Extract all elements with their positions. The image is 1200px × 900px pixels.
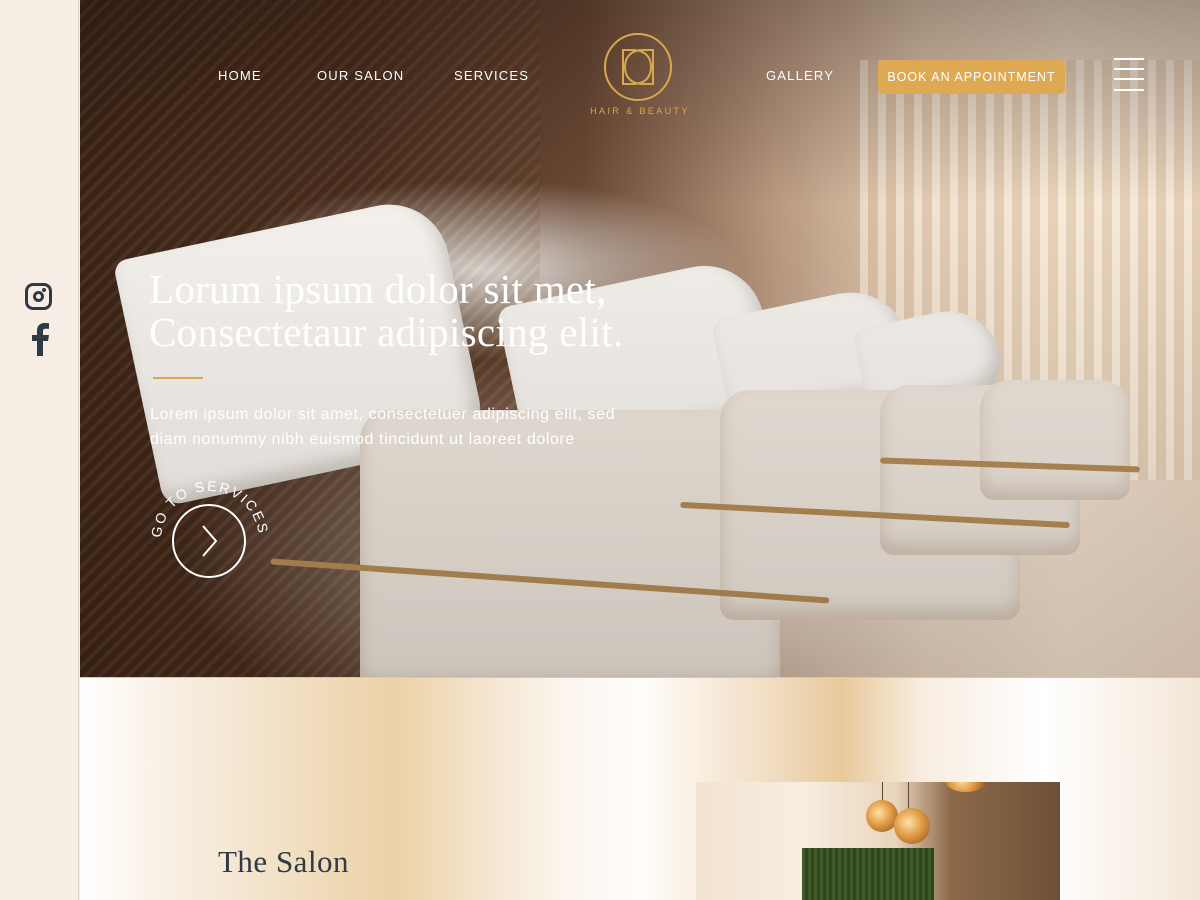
nav-services[interactable]: SERVICES — [454, 68, 529, 83]
instagram-icon[interactable] — [25, 283, 52, 310]
cta-circle — [172, 504, 246, 578]
green-wall — [802, 848, 934, 900]
hamburger-menu-icon[interactable] — [1114, 58, 1144, 92]
hero-title-line-1: Lorum ipsum dolor sit met, — [149, 266, 607, 312]
salon-title: The Salon — [218, 844, 350, 879]
salon-photo — [696, 782, 1060, 900]
nav-gallery[interactable]: GALLERY — [766, 68, 834, 83]
salon-section: The Salon — [80, 677, 1200, 900]
logo-text: HAIR & BEAUTY — [590, 106, 690, 116]
facebook-icon[interactable] — [30, 322, 50, 356]
nav-our-salon[interactable]: OUR SALON — [317, 68, 404, 83]
hero-divider — [153, 377, 203, 379]
pendant-lamp — [946, 782, 986, 792]
go-to-services-label: GO TO SERVICES — [148, 478, 272, 539]
nav-home[interactable]: HOME — [218, 68, 262, 83]
pendant-lamp — [894, 808, 930, 844]
social-rail — [0, 0, 79, 900]
hero-title: Lorum ipsum dolor sit met, Consectetaur … — [149, 268, 789, 354]
logo-monogram-icon — [622, 49, 654, 85]
site-logo[interactable]: HAIR & BEAUTY — [590, 30, 690, 120]
book-appointment-button[interactable]: BOOK AN APPOINTMENT — [878, 60, 1065, 94]
hero-subtitle: Lorem ipsum dolor sit amet, consectetuer… — [150, 402, 710, 452]
hero-subtitle-line-2: diam nonummy nibh euismod tincidunt ut l… — [150, 431, 575, 448]
chevron-right-icon — [202, 525, 218, 557]
hero-title-line-2: Consectetaur adipiscing elit. — [149, 309, 624, 355]
hero-subtitle-line-1: Lorem ipsum dolor sit amet, consectetuer… — [150, 406, 616, 423]
hero-banner: HOME OUR SALON SERVICES GALLERY HAIR & B… — [80, 0, 1200, 677]
go-to-services-button[interactable]: GO TO SERVICES — [140, 470, 280, 610]
